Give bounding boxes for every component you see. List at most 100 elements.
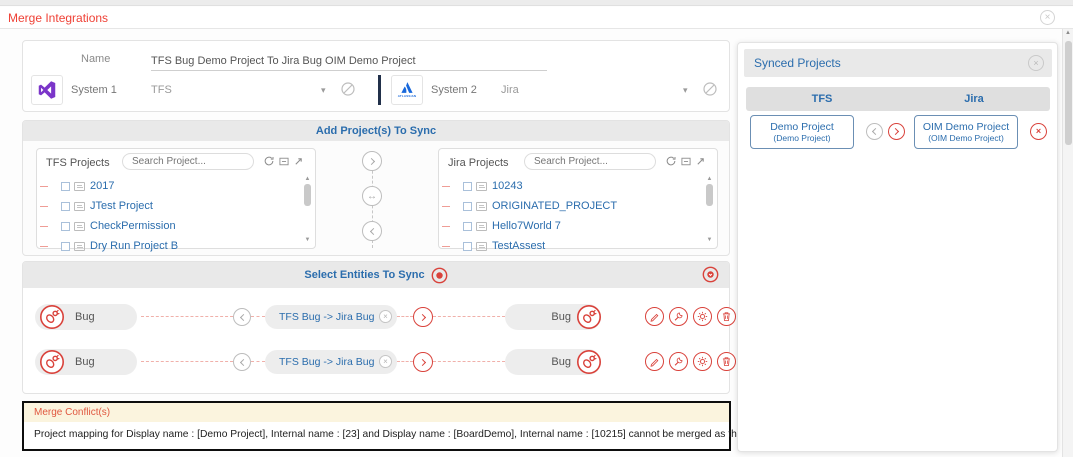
remove-synced-pair-icon[interactable]: × <box>1030 123 1047 140</box>
wrench-icon[interactable] <box>669 307 688 326</box>
add-entity-mapping-icon[interactable] <box>431 267 448 284</box>
atlassian-icon: ATLASSIAN <box>391 75 423 105</box>
gear-icon[interactable] <box>693 307 712 326</box>
chevron-down-icon[interactable]: ▾ <box>321 85 326 96</box>
mapping-pill[interactable]: TFS Bug -> Jira Bug × <box>265 350 397 374</box>
scroll-thumb[interactable] <box>1065 41 1072 145</box>
checkbox[interactable] <box>61 182 70 191</box>
delete-icon[interactable] <box>717 307 736 326</box>
name-label: Name <box>81 53 110 65</box>
delete-icon[interactable] <box>717 352 736 371</box>
jira-project-box[interactable]: OIM Demo Project (OIM Demo Project) <box>914 115 1018 149</box>
scroll-up-icon[interactable]: ▲ <box>1063 29 1073 38</box>
project-icon <box>74 182 85 191</box>
scroll-down-icon[interactable]: ▼ <box>303 237 312 244</box>
merge-conflicts-header: Merge Conflict(s) <box>24 403 729 422</box>
merge-conflicts-box: Merge Conflict(s) Project mapping for Di… <box>22 401 731 451</box>
checkbox[interactable] <box>61 202 70 211</box>
edit-icon[interactable] <box>645 352 664 371</box>
tfs-projects-panel: TFS Projects 2017 JTest Project CheckPer… <box>36 148 316 249</box>
add-projects-header: Add Project(s) To Sync <box>23 121 729 141</box>
system2-select[interactable]: Jira <box>501 84 519 96</box>
collapse-icon[interactable] <box>681 157 691 166</box>
checkbox[interactable] <box>463 182 472 191</box>
search-input[interactable] <box>524 153 656 170</box>
source-entity-label: Bug <box>75 311 95 323</box>
refresh-icon[interactable] <box>666 156 676 166</box>
mapping-label: TFS Bug -> Jira Bug <box>279 311 374 323</box>
sync-left-button[interactable] <box>866 123 883 140</box>
list-item[interactable]: 2017 <box>37 177 114 195</box>
merge-integrations-dialog: Merge Integrations × Name System 1 TFS ▾… <box>0 0 1073 457</box>
project-icon <box>476 242 487 251</box>
map-right-button[interactable] <box>413 352 433 372</box>
scroll-down-icon[interactable]: ▼ <box>705 237 714 244</box>
swap-icon: ↔ <box>367 191 377 202</box>
unmap-left-button[interactable] <box>233 308 251 326</box>
bug-icon <box>39 304 65 330</box>
synced-projects-panel: Synced Projects × TFS Jira Demo Project … <box>737 42 1058 452</box>
bug-icon <box>576 349 602 375</box>
map-right-button[interactable] <box>413 307 433 327</box>
gear-icon[interactable] <box>693 352 712 371</box>
scroll-thumb[interactable] <box>706 184 713 206</box>
collapse-all-icon[interactable] <box>702 266 719 283</box>
remove-mapping-icon[interactable]: × <box>379 310 392 323</box>
list-item[interactable]: Dry Run Project B <box>37 237 178 255</box>
list-item[interactable]: CheckPermission <box>37 217 176 235</box>
list-item[interactable]: TestAssest <box>439 237 545 255</box>
close-icon[interactable]: × <box>1040 10 1055 25</box>
add-projects-section: Add Project(s) To Sync TFS Projects 2017… <box>22 120 730 256</box>
list-item[interactable]: Hello7World 7 <box>439 217 561 235</box>
swap-button[interactable]: ↔ <box>362 186 382 206</box>
scroll-thumb[interactable] <box>304 184 311 206</box>
remove-mapping-icon[interactable]: × <box>379 355 392 368</box>
checkbox[interactable] <box>463 242 472 251</box>
dialog-titlebar: Merge Integrations × <box>0 7 1073 29</box>
entities-header: Select Entities To Sync <box>23 262 729 288</box>
tfs-projects-title: TFS Projects <box>46 157 110 169</box>
close-icon[interactable]: × <box>1028 55 1044 71</box>
project-icon <box>476 182 487 191</box>
project-icon <box>74 202 85 211</box>
scroll-up-icon[interactable]: ▲ <box>705 176 714 183</box>
collapse-icon[interactable] <box>279 157 289 166</box>
scrollbar[interactable]: ▲ ▼ <box>705 176 714 244</box>
chevron-down-icon[interactable]: ▾ <box>683 85 688 96</box>
system1-select[interactable]: TFS <box>151 84 172 96</box>
scrollbar[interactable]: ▲ ▼ <box>303 176 312 244</box>
unmap-left-button[interactable] <box>233 353 251 371</box>
entities-title: Select Entities To Sync <box>304 269 424 281</box>
search-input[interactable] <box>122 153 254 170</box>
expand-icon[interactable] <box>294 157 303 166</box>
synced-projects-title: Synced Projects <box>754 56 841 70</box>
wrench-icon[interactable] <box>669 352 688 371</box>
no-edit-icon <box>341 82 355 96</box>
tfs-project-box[interactable]: Demo Project (Demo Project) <box>750 115 854 149</box>
entities-section: Select Entities To Sync Bug TFS Bug -> J… <box>22 261 730 394</box>
checkbox[interactable] <box>61 242 70 251</box>
refresh-icon[interactable] <box>264 156 274 166</box>
move-right-button[interactable] <box>362 151 382 171</box>
checkbox[interactable] <box>463 202 472 211</box>
synced-columns-header: TFS Jira <box>746 87 1050 111</box>
checkbox[interactable] <box>61 222 70 231</box>
integration-name-input[interactable] <box>151 51 547 71</box>
list-item[interactable]: ORIGINATED_PROJECT <box>439 197 617 215</box>
edit-icon[interactable] <box>645 307 664 326</box>
mapping-pill[interactable]: TFS Bug -> Jira Bug × <box>265 305 397 329</box>
systems-divider <box>378 75 381 105</box>
sync-right-button[interactable] <box>888 123 905 140</box>
scroll-up-icon[interactable]: ▲ <box>303 176 312 183</box>
visual-studio-icon <box>31 75 63 105</box>
move-left-button[interactable] <box>362 221 382 241</box>
entity-mapping-row: Bug TFS Bug -> Jira Bug × Bug <box>23 347 729 377</box>
list-item[interactable]: JTest Project <box>37 197 153 215</box>
expand-icon[interactable] <box>696 157 705 166</box>
checkbox[interactable] <box>463 222 472 231</box>
source-entity-label: Bug <box>75 356 95 368</box>
scrollbar[interactable]: ▲ <box>1062 29 1073 457</box>
merge-conflict-message: Project mapping for Display name : [Demo… <box>24 422 729 440</box>
list-item[interactable]: 10243 <box>439 177 523 195</box>
target-entity-label: Bug <box>505 356 571 368</box>
